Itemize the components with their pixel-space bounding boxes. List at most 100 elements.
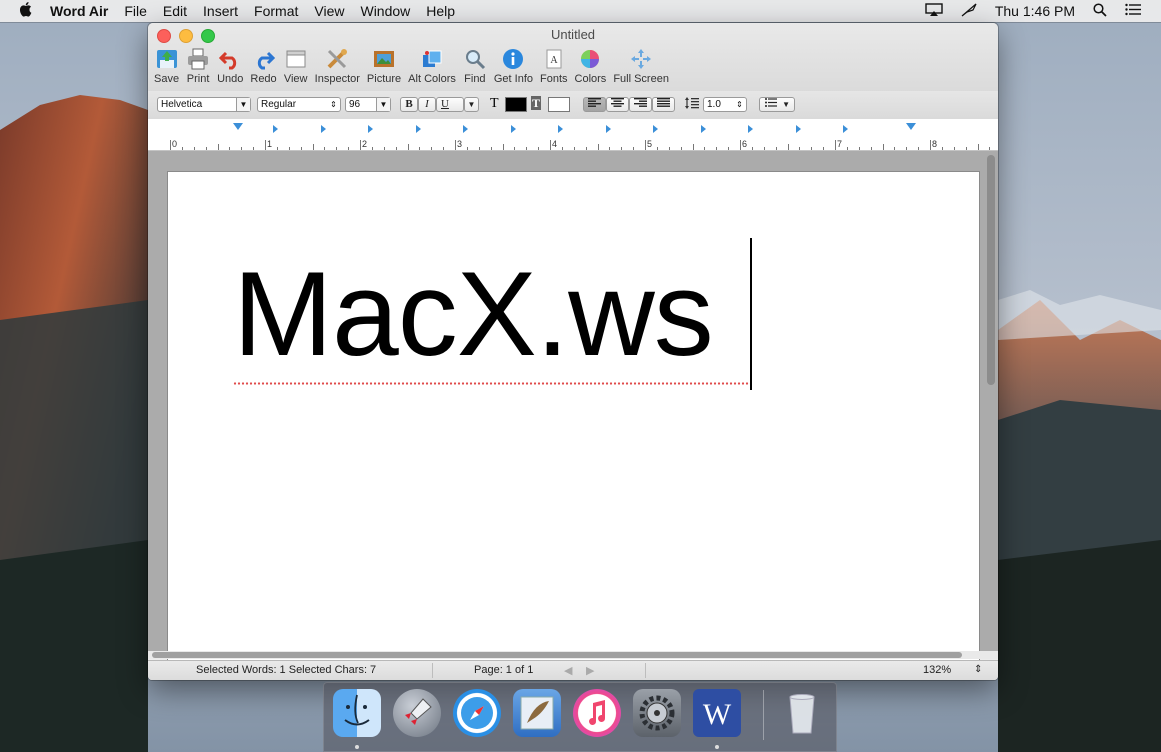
- ruler-tick: [740, 140, 741, 150]
- toolbar: Save Print Undo Redo View Inspector Pict…: [154, 47, 676, 87]
- word-air-running-indicator: [715, 745, 719, 749]
- tab-stop-marker[interactable]: [795, 125, 801, 133]
- print-button[interactable]: Print: [186, 47, 210, 87]
- format-bar: Helvetica ▼ Regular ⇕ 96 ▼ B I U ▼ T T 1…: [148, 91, 998, 120]
- svg-text:A: A: [550, 55, 558, 66]
- menubar-clock[interactable]: Thu 1:46 PM: [989, 3, 1081, 19]
- underline-options-button[interactable]: ▼: [464, 97, 479, 112]
- system-preferences-icon[interactable]: [633, 689, 681, 737]
- right-margin-marker[interactable]: [906, 123, 916, 130]
- mail-icon[interactable]: [513, 689, 561, 737]
- ruler-tick: [395, 147, 397, 150]
- get-info-button[interactable]: Get Info: [494, 47, 533, 87]
- app-menu[interactable]: Word Air: [42, 3, 116, 19]
- word-air-dock-icon[interactable]: W: [693, 689, 741, 737]
- tab-stop-marker[interactable]: [273, 125, 278, 133]
- horizontal-scroll-thumb[interactable]: [152, 652, 962, 658]
- spelling-underline: [233, 382, 750, 385]
- tab-stop-marker[interactable]: [653, 125, 658, 133]
- bold-button[interactable]: B: [400, 97, 418, 112]
- dock: W: [323, 682, 837, 752]
- align-left-button[interactable]: [583, 97, 606, 112]
- document-text[interactable]: MacX.ws: [233, 244, 714, 384]
- tab-stop-marker[interactable]: [748, 125, 753, 133]
- finder-icon[interactable]: [333, 689, 381, 737]
- tab-stop-marker[interactable]: [843, 125, 848, 133]
- document-scroll-area[interactable]: MacX.ws: [148, 151, 998, 673]
- ruler-tick: [550, 140, 551, 150]
- full-screen-arrows-icon: [629, 47, 653, 71]
- menu-file[interactable]: File: [116, 3, 155, 19]
- ruler-tick: [371, 147, 373, 150]
- align-right-button[interactable]: [629, 97, 652, 112]
- trash-icon[interactable]: [778, 689, 826, 737]
- next-page-icon[interactable]: ▶: [586, 664, 594, 677]
- page-indicator: Page: 1 of 1: [474, 664, 534, 676]
- highlight-color-glyph: T: [531, 96, 542, 110]
- ruler-tick: [763, 147, 765, 150]
- ruler-tick: [443, 147, 445, 150]
- find-button[interactable]: Find: [463, 47, 487, 87]
- left-margin-marker[interactable]: [233, 123, 243, 130]
- view-button[interactable]: View: [284, 47, 308, 87]
- highlight-color-well[interactable]: [548, 97, 570, 112]
- horizontal-scrollbar[interactable]: [148, 651, 998, 659]
- tab-stop-marker[interactable]: [415, 125, 421, 133]
- quill-status-icon[interactable]: [955, 3, 983, 20]
- tab-stop-marker[interactable]: [558, 125, 563, 133]
- vertical-scrollbar[interactable]: [987, 155, 995, 641]
- inspector-button[interactable]: Inspector: [315, 47, 360, 87]
- tab-stop-marker[interactable]: [510, 125, 516, 133]
- magnifier-icon: [463, 47, 487, 71]
- menu-view[interactable]: View: [306, 3, 352, 19]
- ruler-tick: [205, 147, 207, 150]
- menu-window[interactable]: Window: [352, 3, 418, 19]
- undo-button[interactable]: Undo: [217, 47, 243, 87]
- picture-button[interactable]: Picture: [367, 47, 401, 87]
- list-style-button[interactable]: ▼: [759, 97, 795, 112]
- previous-page-icon[interactable]: ◀: [564, 664, 572, 677]
- font-family-select[interactable]: Helvetica ▼: [157, 97, 251, 112]
- vertical-scroll-thumb[interactable]: [987, 155, 995, 385]
- align-center-button[interactable]: [606, 97, 629, 112]
- italic-button[interactable]: I: [418, 97, 436, 112]
- font-size-combo[interactable]: 96 ▼: [345, 97, 391, 112]
- airplay-icon[interactable]: [919, 2, 949, 20]
- menu-insert[interactable]: Insert: [195, 3, 246, 19]
- itunes-icon[interactable]: [573, 689, 621, 737]
- spotlight-icon[interactable]: [1087, 2, 1113, 20]
- ruler-tick: [728, 147, 730, 150]
- tab-stop-marker[interactable]: [463, 125, 468, 133]
- notification-center-icon[interactable]: [1119, 3, 1147, 19]
- font-style-select[interactable]: Regular ⇕: [257, 97, 341, 112]
- tab-stop-marker[interactable]: [320, 125, 326, 133]
- alt-colors-button[interactable]: Alt Colors: [408, 47, 456, 87]
- zoom-stepper-icon[interactable]: ⇕: [974, 664, 982, 675]
- ruler-tick: [621, 147, 623, 150]
- line-spacing-select[interactable]: 1.0 ⇕: [703, 97, 747, 112]
- menu-help[interactable]: Help: [418, 3, 463, 19]
- redo-button[interactable]: Redo: [250, 47, 277, 87]
- full-screen-button[interactable]: Full Screen: [613, 47, 669, 87]
- fonts-button[interactable]: A Fonts: [540, 47, 568, 87]
- chevron-down-icon: ▼: [236, 98, 250, 111]
- menu-format[interactable]: Format: [246, 3, 306, 19]
- zoom-level[interactable]: 132%: [923, 664, 951, 676]
- safari-icon[interactable]: [453, 689, 501, 737]
- ruler-tick: [680, 147, 682, 150]
- launchpad-icon[interactable]: [393, 689, 441, 737]
- underline-button[interactable]: U: [436, 97, 464, 112]
- tab-stop-marker[interactable]: [368, 125, 373, 133]
- colors-button[interactable]: Colors: [575, 47, 606, 87]
- menu-edit[interactable]: Edit: [155, 3, 195, 19]
- document-page[interactable]: MacX.ws: [167, 171, 980, 673]
- ruler[interactable]: 0 1 2 3 4 5 6 7 8: [148, 119, 998, 151]
- printer-icon: [186, 47, 210, 71]
- ruler-tick: [941, 147, 943, 150]
- apple-menu-icon[interactable]: [0, 1, 42, 21]
- tab-stop-marker[interactable]: [700, 125, 706, 133]
- save-button[interactable]: Save: [154, 47, 179, 87]
- text-color-well[interactable]: [505, 97, 527, 112]
- justify-button[interactable]: [652, 97, 675, 112]
- tab-stop-marker[interactable]: [605, 125, 611, 133]
